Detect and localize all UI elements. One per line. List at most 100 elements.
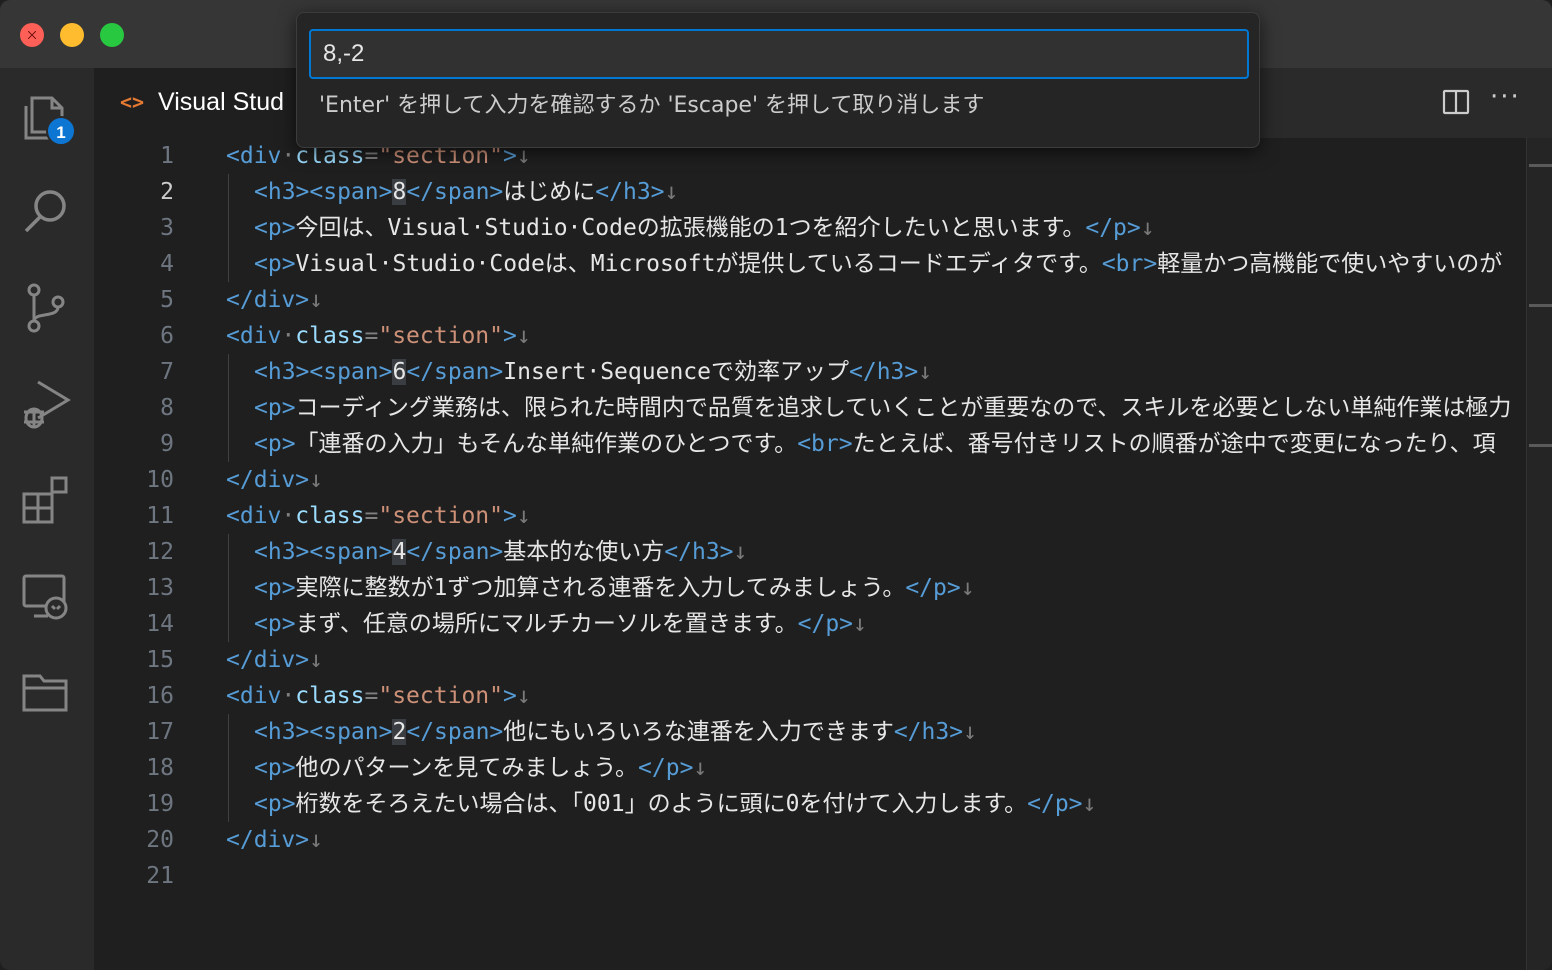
token-eol: ↓ (1082, 791, 1097, 817)
split-editor-icon[interactable] (1442, 88, 1470, 116)
code-line[interactable]: 16 <div·class="section">↓ (94, 678, 1526, 714)
code-line[interactable]: 14 <p>まず、任意の場所にマルチカーソルを置きます。</p>↓ (94, 606, 1526, 642)
token-tag: <div (226, 143, 282, 169)
scrollbar-marker (1529, 444, 1552, 447)
code-text: <p>Visual·Studio·Codeは、Microsoftが提供しているコ… (254, 246, 1502, 282)
code-line[interactable]: 7 <h3><span>6</span>Insert·Sequenceで効率アップ… (94, 354, 1526, 390)
line-number: 16 (146, 683, 174, 709)
tab-label: Visual Stud (158, 88, 285, 116)
token-tag: </p> (905, 575, 961, 601)
token-txt: たとえば、番号付きリストの順番が途中で変更になったり、項 (852, 431, 1496, 457)
code-line[interactable]: 19 <p>桁数をそろえたい場合は、「001」のように頭に0を付けて入力します。<… (94, 786, 1526, 822)
token-tag: <br> (797, 431, 853, 457)
code-line[interactable]: 3 <p>今回は、Visual·Studio·Codeの拡張機能の1つを紹介したい… (94, 210, 1526, 246)
code-line[interactable]: 18 <p>他のパターンを見てみましょう。</p>↓ (94, 750, 1526, 786)
minimize-window-button[interactable] (60, 23, 84, 47)
run-debug-icon[interactable] (18, 376, 74, 432)
code-line[interactable]: 4 <p>Visual·Studio·Codeは、Microsoftが提供している… (94, 246, 1526, 282)
token-eol: ↓ (516, 323, 531, 349)
token-tag: </span> (406, 539, 504, 565)
token-punct: · (281, 683, 296, 709)
quick-input-field[interactable] (309, 29, 1249, 79)
search-icon[interactable] (18, 184, 74, 240)
zoom-window-button[interactable] (100, 23, 124, 47)
indent-guide (228, 750, 229, 786)
token-str: "section" (378, 683, 503, 709)
remote-explorer-icon[interactable] (18, 568, 74, 624)
code-text: </div>↓ (226, 282, 323, 318)
token-tag: </h3> (849, 359, 919, 385)
code-editor[interactable]: 1 <div·class="section">↓ 2 <h3><span>8</spa… (94, 138, 1526, 970)
token-punct: · (281, 503, 296, 529)
token-tag: <p> (254, 791, 296, 817)
folder-icon[interactable] (18, 664, 74, 720)
code-line[interactable]: 10 </div>↓ (94, 462, 1526, 498)
token-txt: まず、任意の場所にマルチカーソルを置きます。 (295, 611, 798, 637)
token-eol: ↓ (960, 575, 975, 601)
source-control-icon[interactable] (18, 280, 74, 336)
code-line[interactable]: 11 <div·class="section">↓ (94, 498, 1526, 534)
code-line[interactable]: 9 <p>「連番の入力」もそんな単純作業のひとつです。<br>たとえば、番号付きリ… (94, 426, 1526, 462)
token-punct: = (364, 683, 379, 709)
editor-scrollbar[interactable] (1526, 138, 1552, 970)
line-number: 4 (160, 251, 174, 277)
line-number: 17 (146, 719, 174, 745)
indent-guide (228, 210, 229, 246)
line-number: 7 (160, 359, 174, 385)
line-number: 14 (146, 611, 174, 637)
quick-input-hint: 'Enter' を押して入力を確認するか 'Escape' を押して取り消します (319, 93, 985, 118)
code-line[interactable]: 5 </div>↓ (94, 282, 1526, 318)
explorer-badge: 1 (46, 116, 76, 146)
token-punct: · (281, 323, 296, 349)
token-tag: <div (226, 683, 282, 709)
line-number: 20 (146, 827, 174, 853)
html-file-icon: <> (120, 90, 145, 114)
token-punct: = (364, 503, 379, 529)
code-line[interactable]: 17 <h3><span>2</span>他にもいろいろな連番を入力できます</h… (94, 714, 1526, 750)
code-text: <p>まず、任意の場所にマルチカーソルを置きます。</p>↓ (254, 606, 867, 642)
code-line[interactable]: 20 </div>↓ (94, 822, 1526, 858)
indent-guide (228, 570, 229, 606)
token-txt: 「連番の入力」もそんな単純作業のひとつです。 (295, 431, 798, 457)
indent-guide (228, 786, 229, 822)
token-tag: <h3> (254, 539, 310, 565)
code-line[interactable]: 21 (94, 858, 1526, 894)
token-eol: ↓ (918, 359, 933, 385)
code-line[interactable]: 12 <h3><span>4</span>基本的な使い方</h3>↓ (94, 534, 1526, 570)
more-actions-icon[interactable]: ··· (1490, 82, 1521, 112)
token-tag: <br> (1101, 251, 1158, 277)
code-line[interactable]: 8 <p>コーディング業務は、限られた時間内で品質を追求していくことが重要なので、… (94, 390, 1526, 426)
token-tag: <span> (309, 539, 393, 565)
token-txt: 桁数をそろえたい場合は、「001」のように頭に0を付けて入力します。 (295, 791, 1028, 817)
token-tag: </h3> (893, 719, 964, 745)
line-number: 13 (146, 575, 174, 601)
code-line[interactable]: 2 <h3><span>8</span>はじめに</h3>↓ (94, 174, 1526, 210)
code-text: <div·class="section">↓ (226, 498, 531, 534)
code-line[interactable]: 6 <div·class="section">↓ (94, 318, 1526, 354)
line-number: 21 (146, 863, 174, 889)
token-tag: <p> (254, 431, 296, 457)
scrollbar-marker (1529, 304, 1552, 307)
token-eol: ↓ (1140, 215, 1155, 241)
close-window-button[interactable] (20, 23, 44, 47)
token-eol: ↓ (309, 827, 323, 853)
token-attr: class (295, 503, 365, 529)
token-txt: 実際に整数が1ずつ加算される連番を入力してみましょう。 (295, 575, 906, 601)
token-eol: ↓ (733, 539, 748, 565)
line-number: 11 (146, 503, 174, 529)
activity-bar: 1 (0, 68, 94, 970)
extensions-icon[interactable] (18, 472, 74, 528)
line-number: 9 (160, 431, 174, 457)
code-line[interactable]: 15 </div>↓ (94, 642, 1526, 678)
indent-guide (228, 390, 229, 426)
code-text: <h3><span>6</span>Insert·Sequenceで効率アップ<… (254, 354, 932, 390)
line-number: 18 (146, 755, 174, 781)
token-tag: <h3> (254, 179, 310, 205)
line-number: 5 (160, 287, 174, 313)
token-tag: <p> (254, 755, 296, 781)
token-sel: 2 (392, 719, 407, 745)
code-text: <div·class="section">↓ (226, 318, 531, 354)
token-txt: コーディング業務は、限られた時間内で品質を追求していくことが重要なので、スキルを… (295, 395, 1512, 421)
token-tag: </p> (1085, 215, 1141, 241)
code-line[interactable]: 13 <p>実際に整数が1ずつ加算される連番を入力してみましょう。</p>↓ (94, 570, 1526, 606)
